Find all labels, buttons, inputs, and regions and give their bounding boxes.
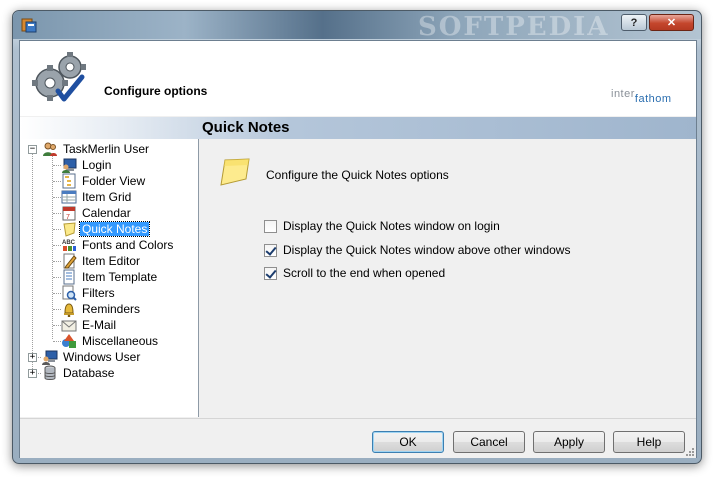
close-button[interactable]: ✕	[649, 14, 694, 31]
tree-item-label: Fonts and Colors	[82, 238, 174, 252]
apply-button[interactable]: Apply	[533, 431, 605, 453]
show-on-login-checkbox[interactable]	[264, 219, 277, 233]
brand-part1: inter	[611, 88, 635, 100]
tree-item-item-editor[interactable]: Item Editor	[61, 253, 142, 269]
tree-item-label: Folder View	[82, 174, 146, 188]
svg-text:7: 7	[66, 214, 70, 221]
tree-item-label: Miscellaneous	[82, 334, 159, 348]
tree-item-label: Windows User	[63, 350, 141, 364]
option-scroll-to-end[interactable]: Scroll to the end when opened	[264, 266, 445, 280]
tree-item-label: E-Mail	[82, 318, 117, 332]
softpedia-watermark: SOFTPEDIA	[418, 12, 610, 42]
tree-item-calendar[interactable]: 7 Calendar	[61, 205, 133, 221]
tree-item-folder-view[interactable]: Folder View	[61, 173, 147, 189]
tree-item-label: Item Template	[82, 270, 158, 284]
cancel-button[interactable]: Cancel	[453, 431, 525, 453]
tree-item-label: Database	[63, 366, 115, 380]
button-bar: OK Cancel Apply Help	[20, 418, 696, 458]
monitor-user-icon	[62, 158, 77, 173]
resize-grip-icon[interactable]	[684, 446, 694, 456]
section-banner: Quick Notes	[20, 117, 696, 139]
tree-item-database[interactable]: Database	[42, 365, 116, 381]
always-on-top-checkbox[interactable]	[264, 243, 277, 257]
help-title-button[interactable]: ?	[621, 14, 647, 31]
computer-user-icon	[42, 350, 58, 365]
template-icon	[63, 269, 75, 285]
tree-item-label: Filters	[82, 286, 115, 300]
quick-notes-panel: Configure the Quick Notes options Displa…	[199, 139, 696, 417]
tree-item-label: Quick Notes	[78, 221, 151, 237]
tree-collapse-toggle[interactable]: −	[28, 145, 37, 154]
title-bar[interactable]: SOFTPEDIA ? ✕	[13, 11, 701, 42]
font-color-icon: ABC	[62, 240, 76, 251]
tree-item-label: Reminders	[82, 302, 141, 316]
tree-item-windows-user[interactable]: Windows User	[42, 349, 142, 365]
edit-pencil-icon	[63, 253, 77, 269]
tree-item-fonts-and-colors[interactable]: ABC Fonts and Colors	[61, 237, 175, 253]
ok-button[interactable]: OK	[372, 431, 444, 453]
database-icon	[44, 365, 56, 380]
brand-part2: fathom	[634, 93, 672, 105]
tree-expand-toggle[interactable]: +	[28, 353, 37, 362]
tree-item-login[interactable]: Login	[61, 157, 113, 173]
tree-item-filters[interactable]: Filters	[61, 285, 117, 301]
tree-item-label: Login	[82, 158, 112, 172]
option-always-on-top[interactable]: Display the Quick Notes window above oth…	[264, 243, 570, 257]
tree-item-reminders[interactable]: Reminders	[61, 301, 142, 317]
bell-icon	[64, 303, 74, 317]
grid-icon	[61, 190, 77, 204]
shapes-icon	[62, 334, 76, 348]
calendar-icon: 7	[62, 206, 76, 221]
tree-item-item-grid[interactable]: Item Grid	[61, 189, 133, 205]
section-title: Quick Notes	[202, 119, 290, 136]
tree-item-taskmerlin-user[interactable]: TaskMerlin User	[42, 141, 151, 157]
sticky-note-large-icon	[220, 158, 250, 186]
options-tree[interactable]: − TaskMerlin User Login Folder View Item…	[20, 139, 199, 417]
options-header: Configure options interfathom	[20, 41, 696, 116]
tree-expand-toggle[interactable]: +	[28, 369, 37, 378]
users-icon	[43, 142, 57, 156]
checkbox-label: Display the Quick Notes window on login	[283, 219, 500, 233]
tree-item-label: Item Grid	[82, 190, 132, 204]
tree-item-label: Item Editor	[82, 254, 141, 268]
svg-text:ABC: ABC	[62, 240, 76, 246]
sticky-note-icon	[63, 222, 76, 237]
tree-item-item-template[interactable]: Item Template	[61, 269, 159, 285]
envelope-icon	[61, 320, 77, 332]
header-title: Configure options	[104, 84, 208, 98]
tree-item-e-mail[interactable]: E-Mail	[61, 317, 118, 333]
app-icon	[21, 18, 37, 33]
folder-tree-icon	[62, 173, 76, 189]
tree-item-miscellaneous[interactable]: Miscellaneous	[61, 333, 160, 349]
panel-description: Configure the Quick Notes options	[266, 168, 449, 182]
filter-magnifier-icon	[62, 285, 77, 301]
dialog-client: Configure options interfathom Quick Note…	[19, 40, 697, 458]
tree-item-label: TaskMerlin User	[63, 142, 150, 156]
interfathom-logo: interfathom	[611, 88, 672, 105]
tree-item-quick-notes[interactable]: Quick Notes	[61, 221, 151, 237]
checkbox-label: Scroll to the end when opened	[283, 266, 446, 280]
scroll-to-end-checkbox[interactable]	[264, 266, 277, 280]
checkbox-label: Display the Quick Notes window above oth…	[283, 243, 571, 257]
options-dialog: SOFTPEDIA ? ✕ Configure options interfat…	[12, 10, 702, 464]
tree-item-label: Calendar	[82, 206, 131, 220]
gears-check-icon	[32, 52, 86, 102]
help-button[interactable]: Help	[613, 431, 685, 453]
option-show-on-login[interactable]: Display the Quick Notes window on login	[264, 219, 500, 233]
